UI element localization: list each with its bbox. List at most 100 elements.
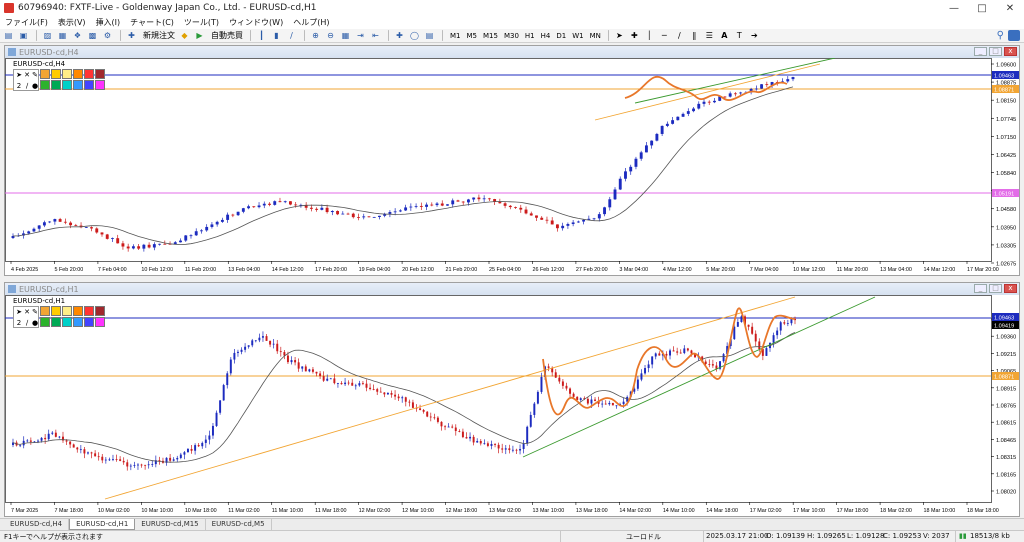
- vertical-line-icon[interactable]: │: [643, 30, 656, 41]
- tab-eurusd-m15[interactable]: EURUSD-cd,M15: [135, 519, 206, 530]
- chart-h4-minimize-button[interactable]: _: [974, 47, 987, 56]
- autoscroll-icon[interactable]: ⇥: [354, 30, 367, 41]
- auto-trade-button[interactable]: 自動売買: [208, 30, 246, 41]
- timeframe-d1[interactable]: D1: [553, 32, 569, 40]
- cursor-icon[interactable]: ➤: [613, 30, 626, 41]
- zoom-in-icon[interactable]: ⊕: [309, 30, 322, 41]
- color-swatch[interactable]: [73, 80, 83, 90]
- menu-chart[interactable]: チャート(C): [125, 17, 179, 28]
- price-chart-h1[interactable]: 1.095051.093601.092151.090651.089151.087…: [5, 295, 1019, 516]
- menu-file[interactable]: ファイル(F): [0, 17, 53, 28]
- color-swatch[interactable]: [84, 306, 94, 316]
- timeframe-h1[interactable]: H1: [522, 32, 538, 40]
- slash-tool-icon[interactable]: ∕: [23, 319, 31, 327]
- color-swatch[interactable]: [95, 306, 105, 316]
- maximize-button[interactable]: □: [968, 0, 996, 16]
- chart-h1-close-button[interactable]: x: [1004, 284, 1017, 293]
- timeframe-m1[interactable]: M1: [447, 32, 464, 40]
- timeframe-h4[interactable]: H4: [538, 32, 554, 40]
- search-icon[interactable]: ⚲: [997, 30, 1004, 41]
- fibonacci-icon[interactable]: ☰: [703, 30, 716, 41]
- timeframe-m15[interactable]: M15: [480, 32, 501, 40]
- chart-h1-minimize-button[interactable]: _: [974, 284, 987, 293]
- bar-chart-icon[interactable]: ┃: [255, 30, 268, 41]
- label-tool-icon[interactable]: T: [733, 30, 746, 41]
- timeframe-m30[interactable]: M30: [501, 32, 522, 40]
- menu-help[interactable]: ヘルプ(H): [288, 17, 334, 28]
- data-window-icon[interactable]: ▦: [56, 30, 69, 41]
- line-width-icon[interactable]: 2: [15, 319, 23, 327]
- cross-tool-icon[interactable]: ✕: [23, 308, 31, 316]
- minimize-button[interactable]: —: [940, 0, 968, 16]
- new-chart-icon[interactable]: ▤: [2, 30, 15, 41]
- color-swatch[interactable]: [84, 69, 94, 79]
- pen-tool-icon[interactable]: ✎: [31, 71, 39, 79]
- color-swatch[interactable]: [40, 80, 50, 90]
- trendline-icon[interactable]: ∕: [673, 30, 686, 41]
- color-swatch[interactable]: [51, 306, 61, 316]
- color-swatch[interactable]: [73, 69, 83, 79]
- auto-trade-icon[interactable]: ▶: [193, 30, 206, 41]
- menu-tools[interactable]: ツール(T): [179, 17, 224, 28]
- color-swatch[interactable]: [62, 306, 72, 316]
- market-watch-icon[interactable]: ▨: [41, 30, 54, 41]
- color-swatch[interactable]: [40, 317, 50, 327]
- cross-tool-icon[interactable]: ✕: [23, 71, 31, 79]
- color-swatch[interactable]: [95, 80, 105, 90]
- color-swatch[interactable]: [95, 69, 105, 79]
- menu-view[interactable]: 表示(V): [53, 17, 91, 28]
- horizontal-line-icon[interactable]: ─: [658, 30, 671, 41]
- chart-h4-close-button[interactable]: x: [1004, 47, 1017, 56]
- profiles-icon[interactable]: ▣: [17, 30, 30, 41]
- tab-eurusd-m5[interactable]: EURUSD-cd,M5: [206, 519, 272, 530]
- channel-icon[interactable]: ‖: [688, 30, 701, 41]
- timeframe-m5[interactable]: M5: [464, 32, 481, 40]
- line-width-icon[interactable]: 2: [15, 82, 23, 90]
- new-order-button[interactable]: 新規注文: [140, 30, 178, 41]
- account-icon[interactable]: [1008, 30, 1020, 41]
- crosshair-icon[interactable]: ✚: [628, 30, 641, 41]
- periods-icon[interactable]: ◯: [408, 30, 421, 41]
- color-swatch[interactable]: [51, 80, 61, 90]
- color-swatch[interactable]: [40, 69, 50, 79]
- close-button[interactable]: ✕: [996, 0, 1024, 16]
- color-swatch[interactable]: [73, 317, 83, 327]
- color-swatch[interactable]: [51, 317, 61, 327]
- templates-icon[interactable]: ▤: [423, 30, 436, 41]
- zoom-out-icon[interactable]: ⊖: [324, 30, 337, 41]
- color-swatch[interactable]: [62, 80, 72, 90]
- tile-windows-icon[interactable]: ▦: [339, 30, 352, 41]
- color-swatch[interactable]: [84, 80, 94, 90]
- new-order-icon[interactable]: ✚: [125, 30, 138, 41]
- color-swatch[interactable]: [51, 69, 61, 79]
- terminal-icon[interactable]: ▩: [86, 30, 99, 41]
- tester-icon[interactable]: ⚙: [101, 30, 114, 41]
- arrows-icon[interactable]: ➔: [748, 30, 761, 41]
- text-tool-icon[interactable]: A: [718, 30, 731, 41]
- color-swatch[interactable]: [84, 317, 94, 327]
- indicators-icon[interactable]: ✚: [393, 30, 406, 41]
- color-swatch[interactable]: [73, 306, 83, 316]
- pen-tool-icon[interactable]: ✎: [31, 308, 39, 316]
- timeframe-mn[interactable]: MN: [587, 32, 604, 40]
- tab-eurusd-h4[interactable]: EURUSD-cd,H4: [4, 519, 70, 530]
- color-swatch[interactable]: [40, 306, 50, 316]
- dot-tool-icon[interactable]: ●: [31, 82, 39, 90]
- timeframe-w1[interactable]: W1: [569, 32, 586, 40]
- price-chart-h4[interactable]: 1.096001.088751.081501.077451.071501.064…: [5, 58, 1019, 275]
- color-swatch[interactable]: [62, 69, 72, 79]
- dot-tool-icon[interactable]: ●: [31, 319, 39, 327]
- cursor-tool-icon[interactable]: ➤: [15, 71, 23, 79]
- slash-tool-icon[interactable]: ∕: [23, 82, 31, 90]
- chart-window-h1-titlebar[interactable]: EURUSD-cd,H1 _ □ x: [5, 283, 1019, 295]
- menu-insert[interactable]: 挿入(I): [91, 17, 126, 28]
- cursor-tool-icon[interactable]: ➤: [15, 308, 23, 316]
- color-swatch[interactable]: [95, 317, 105, 327]
- metaeditor-icon[interactable]: ◆: [178, 30, 191, 41]
- chart-h1-restore-button[interactable]: □: [989, 284, 1002, 293]
- color-swatch[interactable]: [62, 317, 72, 327]
- menu-window[interactable]: ウィンドウ(W): [224, 17, 288, 28]
- chart-shift-icon[interactable]: ⇤: [369, 30, 382, 41]
- navigator-icon[interactable]: ❖: [71, 30, 84, 41]
- line-chart-icon[interactable]: ∕: [285, 30, 298, 41]
